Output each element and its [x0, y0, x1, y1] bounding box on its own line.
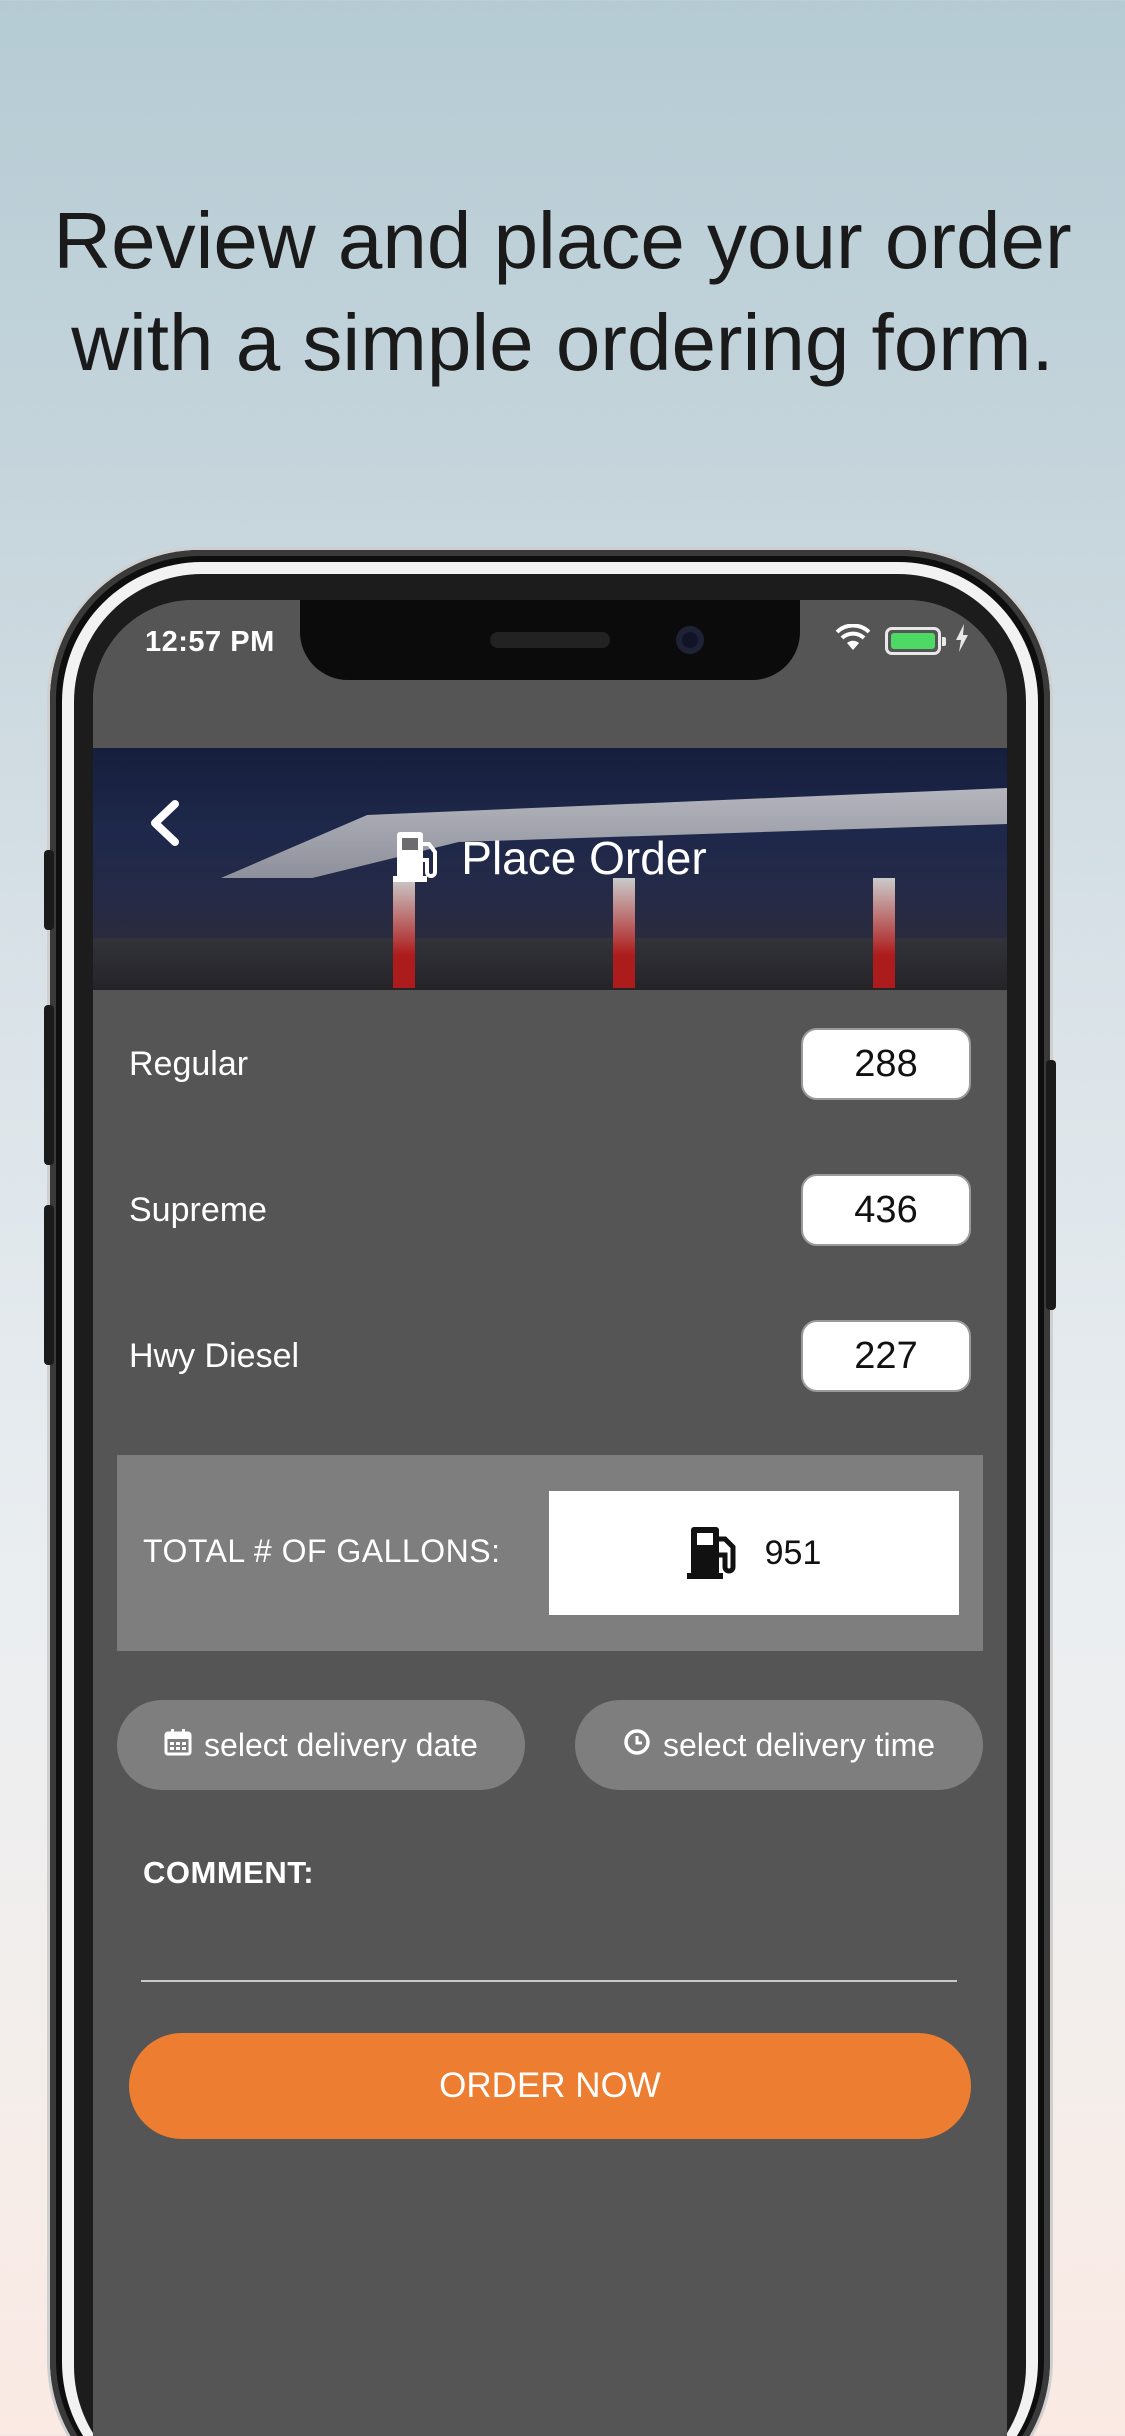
- fuel-pump-icon: [686, 1523, 741, 1584]
- headline-line-2: with a simple ordering form.: [71, 298, 1054, 387]
- headline-line-1: Review and place your order: [53, 196, 1072, 285]
- phone-volume-down: [44, 1205, 54, 1365]
- select-delivery-time-button[interactable]: select delivery time: [575, 1700, 983, 1790]
- app-screen: 12:57 PM Place Order Regular 288 Supreme…: [93, 600, 1007, 2436]
- charging-bolt-icon: [955, 624, 969, 657]
- phone-volume-up: [44, 1005, 54, 1165]
- quantity-input[interactable]: 227: [801, 1320, 971, 1392]
- quantity-input[interactable]: 436: [801, 1174, 971, 1246]
- comment-label: COMMENT:: [143, 1855, 315, 1890]
- status-bar: 12:57 PM: [93, 600, 1007, 748]
- page-title-text: Place Order: [461, 831, 707, 884]
- comment-input[interactable]: [141, 1910, 957, 1982]
- wifi-icon: [835, 623, 871, 657]
- total-value: 951: [764, 1533, 822, 1572]
- front-camera: [676, 626, 704, 654]
- status-time: 12:57 PM: [145, 626, 275, 658]
- delivery-date-label: select delivery date: [204, 1726, 478, 1763]
- fuel-row-regular: Regular 288: [129, 1027, 971, 1101]
- battery-level: [891, 632, 935, 649]
- header-banner: Place Order: [93, 748, 1007, 990]
- clock-icon: [623, 1727, 651, 1764]
- fuel-label: Supreme: [129, 1190, 267, 1229]
- order-now-button[interactable]: ORDER NOW: [129, 2033, 971, 2139]
- notch: [300, 600, 800, 680]
- quantity-input[interactable]: 288: [801, 1028, 971, 1100]
- total-value-box: 951: [549, 1491, 959, 1615]
- earpiece-speaker: [490, 632, 610, 648]
- fuel-row-hwy-diesel: Hwy Diesel 227: [129, 1319, 971, 1393]
- battery-icon: [885, 626, 946, 655]
- calendar-icon: [164, 1727, 192, 1764]
- fuel-pump-icon: [393, 828, 443, 887]
- page-title: Place Order: [93, 828, 1007, 887]
- select-delivery-date-button[interactable]: select delivery date: [117, 1700, 525, 1790]
- fuel-row-supreme: Supreme 436: [129, 1173, 971, 1247]
- phone-mute-switch: [44, 850, 54, 930]
- fuel-label: Hwy Diesel: [129, 1336, 300, 1375]
- phone-power-button: [1046, 1060, 1056, 1310]
- fuel-label: Regular: [129, 1044, 249, 1083]
- delivery-time-label: select delivery time: [662, 1726, 936, 1763]
- total-label: TOTAL # OF GALLONS:: [143, 1533, 501, 1569]
- promo-headline: Review and place your order with a simpl…: [0, 190, 1125, 394]
- status-icons: [835, 623, 969, 657]
- total-gallons-panel: TOTAL # OF GALLONS: 951: [117, 1455, 983, 1651]
